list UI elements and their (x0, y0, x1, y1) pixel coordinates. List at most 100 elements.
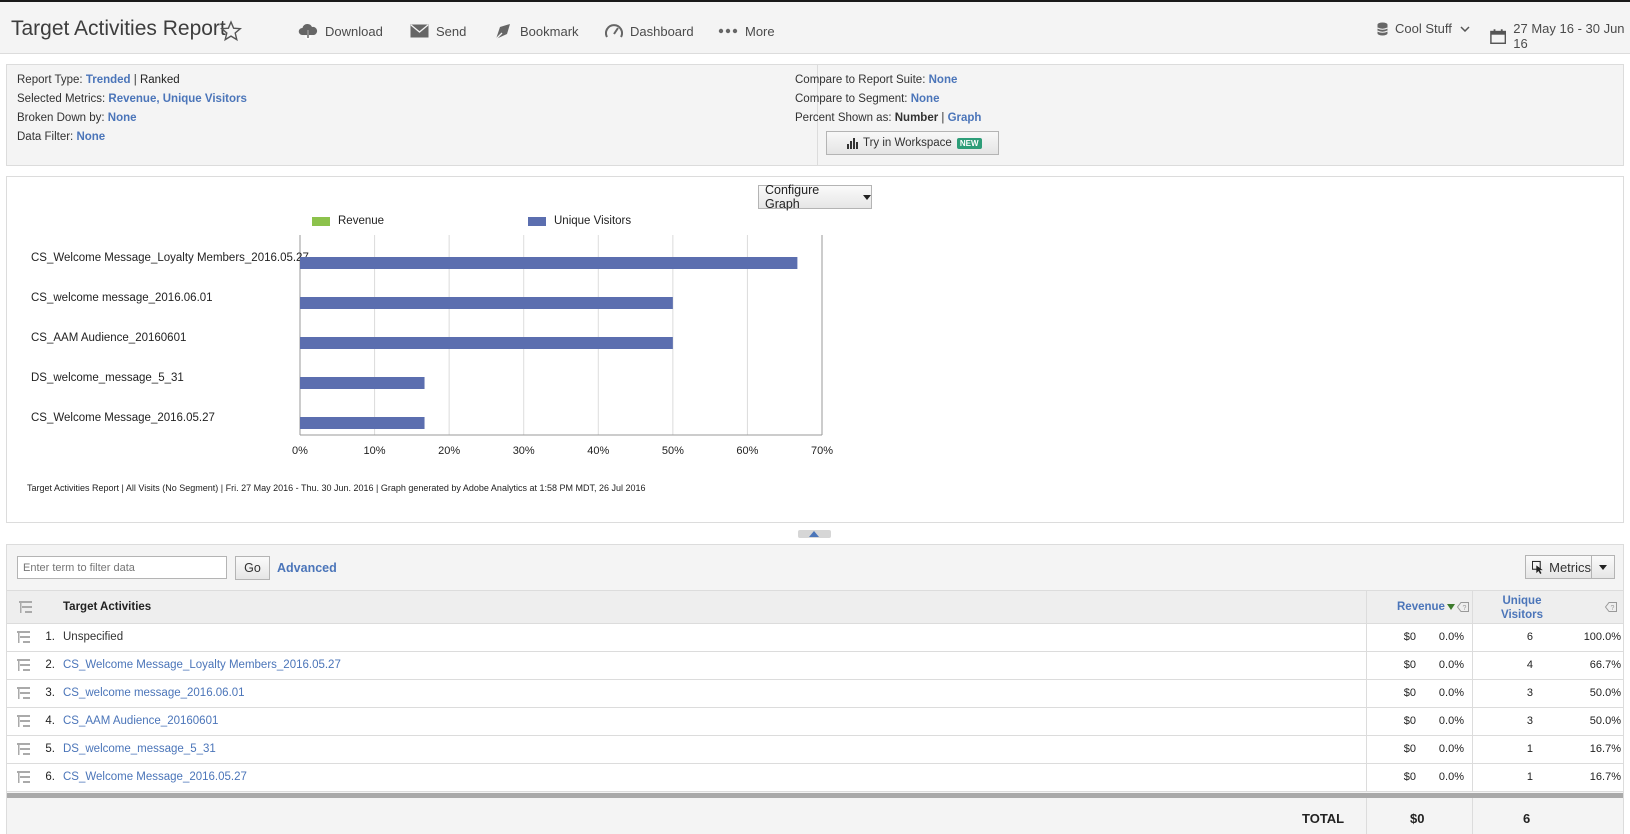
row-revenue-cell: $0 0.0% (1366, 736, 1472, 763)
table-header: Target Activities Revenue ? Unique Visit… (7, 590, 1623, 624)
dashboard-label: Dashboard (630, 23, 694, 39)
data-filter-link[interactable]: None (76, 131, 105, 143)
x-tick-label: 60% (736, 445, 758, 457)
column-unique-visitors[interactable]: Unique Visitors ? (1472, 591, 1623, 623)
metric-info-icon[interactable]: ? (1457, 602, 1469, 612)
table-row[interactable]: 1. Unspecified $0 0.0% 6 100.0% (7, 624, 1623, 652)
breakdown-tree-icon[interactable] (17, 631, 30, 643)
row-revenue: $0 (1403, 687, 1416, 699)
row-unique-visitors-percent: 100.0% (1583, 631, 1621, 643)
table-row[interactable]: 4. CS_AAM Audience_20160601 $0 0.0% 3 50.0% (7, 708, 1623, 736)
svg-text:?: ? (1611, 605, 1615, 612)
calendar-icon (1490, 28, 1507, 44)
breakdown-tree-icon[interactable] (17, 771, 30, 783)
row-activity-name: Unspecified (63, 631, 124, 643)
row-unique-visitors-percent: 16.7% (1589, 771, 1621, 783)
row-unique-visitors-cell: 1 16.7% (1472, 764, 1623, 791)
category-label: CS_welcome message_2016.06.01 (31, 292, 213, 304)
row-revenue: $0 (1403, 771, 1416, 783)
x-tick-label: 40% (587, 445, 609, 457)
row-revenue-cell: $0 0.0% (1366, 680, 1472, 707)
metrics-main[interactable]: Metrics (1526, 556, 1592, 578)
metrics-button[interactable]: Metrics (1525, 555, 1615, 579)
row-unique-visitors: 6 (1526, 631, 1533, 643)
more-label: More (745, 23, 775, 39)
percent-graph-link[interactable]: Graph (948, 112, 982, 124)
chevron-down-icon (1460, 25, 1470, 32)
row-revenue: $0 (1403, 659, 1416, 671)
row-activity-name[interactable]: DS_welcome_message_5_31 (63, 743, 216, 755)
compare-suite-link[interactable]: None (929, 74, 958, 86)
compare-segment-label: Compare to Segment: (795, 93, 908, 105)
table-row[interactable]: 2. CS_Welcome Message_Loyalty Members_201… (7, 652, 1623, 680)
dashboard-button[interactable]: Dashboard (605, 21, 694, 41)
row-activity-name[interactable]: CS_welcome message_2016.06.01 (63, 687, 245, 699)
row-unique-visitors-cell: 3 50.0% (1472, 708, 1623, 735)
more-button[interactable]: More (718, 21, 775, 41)
unique-visitors-bar (300, 377, 425, 389)
row-revenue-cell: $0 0.0% (1366, 764, 1472, 791)
compare-segment-link[interactable]: None (911, 93, 940, 105)
breakdown-tree-icon[interactable] (19, 601, 32, 613)
x-tick-label: 10% (364, 445, 386, 457)
table-row[interactable]: 3. CS_welcome message_2016.06.01 $0 0.0% 3 50… (7, 680, 1623, 708)
data-table-panel: Go Advanced Metrics Target Activities Re… (6, 544, 1624, 834)
total-label: TOTAL (1302, 811, 1345, 826)
selected-metrics-link[interactable]: Revenue, Unique Visitors (108, 93, 246, 105)
date-range-selector[interactable]: 27 May 16 - 30 Jun 16 (1490, 21, 1630, 51)
row-activity-name[interactable]: CS_Welcome Message_2016.05.27 (63, 771, 247, 783)
gauge-icon (605, 24, 623, 38)
breakdown-tree-icon[interactable] (17, 687, 30, 699)
row-activity-name[interactable]: CS_Welcome Message_Loyalty Members_2016.… (63, 659, 341, 671)
row-activity-name[interactable]: CS_AAM Audience_20160601 (63, 715, 218, 727)
go-button[interactable]: Go (235, 556, 270, 580)
graph-panel: Configure Graph Revenue Unique Visitors … (6, 176, 1624, 523)
favorite-star-icon[interactable] (220, 20, 242, 42)
trended-link[interactable]: Trended (86, 74, 131, 86)
table-row[interactable]: 6. CS_Welcome Message_2016.05.27 $0 0.0% 1 16… (7, 764, 1623, 792)
report-settings-right: Compare to Report Suite: None Compare to… (795, 71, 981, 128)
breakdown-tree-icon[interactable] (17, 743, 30, 755)
filter-input[interactable] (17, 556, 227, 579)
category-label: DS_welcome_message_5_31 (31, 372, 184, 384)
metric-info-icon[interactable]: ? (1605, 602, 1617, 612)
row-rank: 1. (45, 631, 55, 643)
bookmark-label: Bookmark (520, 23, 579, 39)
column-target-activities[interactable]: Target Activities (63, 601, 151, 613)
compare-suite-label: Compare to Report Suite: (795, 74, 926, 86)
x-tick-label: 0% (292, 445, 308, 457)
send-button[interactable]: Send (410, 21, 466, 41)
row-unique-visitors-cell: 3 50.0% (1472, 680, 1623, 707)
column-revenue-label[interactable]: Revenue (1397, 601, 1445, 613)
data-filter-label: Data Filter: (17, 131, 74, 143)
breakdown-link[interactable]: None (108, 112, 137, 124)
report-suite-selector[interactable]: Cool Stuff (1377, 21, 1477, 36)
breakdown-tree-icon[interactable] (17, 659, 30, 671)
download-button[interactable]: Download (298, 21, 383, 41)
table-row[interactable]: 5. DS_welcome_message_5_31 $0 0.0% 1 16.7% (7, 736, 1623, 764)
try-workspace-button[interactable]: Try in Workspace NEW (826, 131, 999, 155)
breakdown-tree-icon[interactable] (17, 715, 30, 727)
percent-number-current: Number (894, 112, 939, 124)
column-revenue[interactable]: Revenue ? (1366, 591, 1472, 623)
advanced-link[interactable]: Advanced (277, 561, 337, 575)
data-filter-row: Data Filter: None (17, 128, 247, 147)
report-settings-left: Report Type: Trended | Ranked Selected M… (17, 71, 247, 147)
collapse-graph-handle[interactable] (798, 530, 831, 538)
bookmark-button[interactable]: Bookmark (493, 21, 579, 41)
row-unique-visitors: 1 (1526, 743, 1533, 755)
table-body: 1. Unspecified $0 0.0% 6 100.0% 2. CS_Welcome M… (7, 624, 1623, 792)
column-unique-visitors-label[interactable]: Unique Visitors (1501, 594, 1543, 622)
database-icon (1377, 22, 1388, 35)
total-unique-visitors-cell: 6 (1472, 798, 1623, 834)
breakdown-row: Broken Down by: None (17, 109, 247, 128)
row-revenue-cell: $0 0.0% (1366, 652, 1472, 679)
ranked-current: Ranked (139, 74, 180, 86)
report-settings-panel: Report Type: Trended | Ranked Selected M… (6, 64, 1624, 166)
category-label: CS_Welcome Message_2016.05.27 (31, 412, 215, 424)
row-revenue-cell: $0 0.0% (1366, 708, 1472, 735)
row-revenue-percent: 0.0% (1438, 687, 1464, 699)
metrics-dropdown-toggle[interactable] (1592, 564, 1614, 570)
x-tick-label: 50% (662, 445, 684, 457)
row-unique-visitors-cell: 1 16.7% (1472, 736, 1623, 763)
